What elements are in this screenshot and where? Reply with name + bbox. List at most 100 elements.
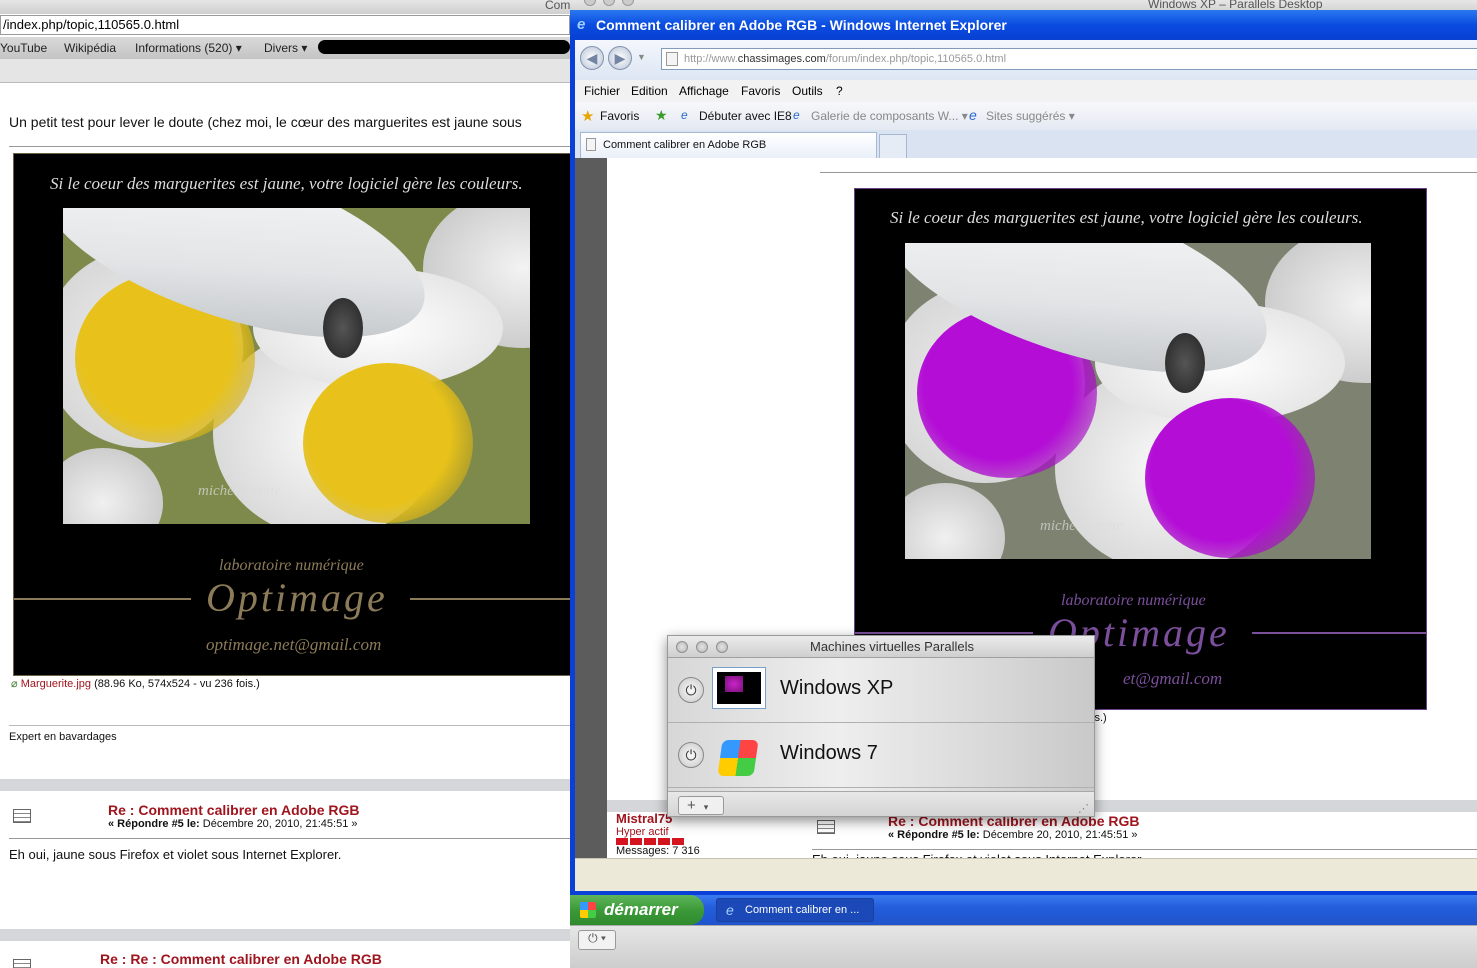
brand-rule-left <box>14 598 191 600</box>
ie-logo-icon: e <box>577 16 586 33</box>
ie-tab-active[interactable]: Comment calibrer en Adobe RGB <box>580 132 877 158</box>
ff-address-bar[interactable]: /index.php/topic,110565.0.html <box>0 15 570 35</box>
vm-row-windows-xp[interactable]: ⏻ Windows XP <box>668 659 1094 723</box>
add-vm-label: + <box>687 797 696 814</box>
vm-thumbnail <box>712 667 766 709</box>
poster-messages: Messages: 7 316 <box>616 845 700 857</box>
ie-page-sidebar <box>575 158 607 858</box>
star-icon: ★ <box>581 108 595 125</box>
daisy-center-right <box>303 363 473 523</box>
post5-meta-date: Décembre 20, 2010, 21:45:51 » <box>202 818 358 830</box>
menu-edition[interactable]: Edition <box>631 84 668 98</box>
daisy-center-right <box>1145 398 1315 558</box>
ie-tab-label: Comment calibrer en Adobe RGB <box>603 139 767 151</box>
power-dropdown-icon[interactable]: ⏻ ▾ <box>578 930 616 950</box>
signature-text: Expert en bavardages <box>9 731 117 743</box>
rank-stars <box>616 838 686 845</box>
add-vm-button[interactable]: + ▾ <box>678 796 724 815</box>
post5-title[interactable]: Re : Comment calibrer en Adobe RGB <box>108 802 360 818</box>
bookmark-wikipedia[interactable]: Wikipédia <box>64 41 116 55</box>
parallels-vm-panel: Machines virtuelles Parallels ⏻ Windows … <box>667 635 1095 817</box>
nav-dropdown-icon[interactable]: ▼ <box>637 52 646 62</box>
ie-address-bar[interactable]: http://www.chassimages.com/forum/index.p… <box>661 48 1477 70</box>
brand-name: Optimage <box>206 575 388 620</box>
post-separator-band <box>0 779 570 791</box>
windows-logo-icon <box>717 740 759 776</box>
image-caption: Si le coeur des marguerites est jaune, v… <box>890 208 1363 227</box>
address-path: /forum/index.php/topic,110565.0.html <box>825 53 1007 65</box>
menu-affichage[interactable]: Affichage <box>679 84 729 98</box>
fav-link-sites[interactable]: Sites suggérés ▾ <box>986 109 1075 123</box>
post-icon <box>13 809 31 823</box>
ff-toolbar-strip <box>0 59 570 83</box>
windows-logo-icon <box>580 902 596 918</box>
photo-watermark: michel pirotte <box>198 483 282 499</box>
vm-name: Windows 7 <box>780 742 878 764</box>
ff-bookmarks-bar: YouTube Wikipédia Informations (520) ▾ D… <box>0 37 570 59</box>
ie-window-title: Comment calibrer en Adobe RGB - Windows … <box>596 17 1007 33</box>
divider <box>9 725 570 726</box>
redaction-bar <box>318 40 570 54</box>
ie-post5-meta: « Répondre #5 le: Décembre 20, 2010, 21:… <box>888 829 1138 841</box>
add-favorite-icon[interactable]: ★ <box>655 107 668 124</box>
image-caption: Si le coeur des marguerites est jaune, v… <box>50 174 523 193</box>
ie-nav-bar: ◀ ▶ ▼ http://www.chassimages.com/forum/i… <box>575 40 1477 80</box>
post6-title[interactable]: Re : Re : Comment calibrer en Adobe RGB <box>100 951 382 967</box>
post-icon <box>817 820 835 834</box>
post5-body: Eh oui, jaune sous Firefox et violet sou… <box>9 847 342 862</box>
address-domain: chassimages.com <box>737 53 826 65</box>
forward-arrow-icon[interactable]: ▶ <box>608 46 632 70</box>
poster-name[interactable]: Mistral75 <box>616 811 672 826</box>
minimize-icon[interactable] <box>603 0 615 6</box>
back-arrow-icon[interactable]: ◀ <box>580 46 604 70</box>
bookmark-informations[interactable]: Informations (520) ▾ <box>135 41 242 55</box>
zoom-icon[interactable] <box>716 641 728 653</box>
menu-favoris[interactable]: Favoris <box>741 84 780 98</box>
fav-link-debuter[interactable]: Débuter avec IE8 <box>699 109 792 123</box>
ie-status-bar <box>575 858 1477 886</box>
pvm-footer: + ▾ ⋰ <box>668 791 1094 816</box>
ff-intro-text: Un petit test pour lever le doute (chez … <box>9 114 522 130</box>
post-icon <box>13 959 31 968</box>
start-button[interactable]: démarrer <box>570 895 704 925</box>
vm-name: Windows XP <box>780 677 894 699</box>
close-icon[interactable] <box>584 0 596 6</box>
power-icon[interactable]: ⏻ <box>678 742 704 768</box>
post5-meta-prefix: « Répondre #5 le: <box>108 818 200 830</box>
ie-post5-meta-prefix: « Répondre #5 le: <box>888 829 980 841</box>
zoom-icon[interactable] <box>622 0 634 6</box>
attachment-link[interactable]: Marguerite.jpg <box>21 678 91 690</box>
ie-favorites-bar: ★ Favoris ★ e Débuter avec IE8 e Galerie… <box>575 102 1477 130</box>
post5-meta: « Répondre #5 le: Décembre 20, 2010, 21:… <box>108 818 358 830</box>
close-icon[interactable] <box>676 641 688 653</box>
taskbar-item-label: Comment calibrer en ... <box>745 904 860 916</box>
attachment-line: ⌀ Marguerite.jpg (88.96 Ko, 574x524 - vu… <box>11 677 260 690</box>
parallels-bottom-bar: ⏻ ▾ <box>570 925 1477 968</box>
ff-marguerite-image: Si le coeur des marguerites est jaune, v… <box>13 153 570 676</box>
pvm-title-bar: Machines virtuelles Parallels <box>668 636 1094 658</box>
minimize-icon[interactable] <box>696 641 708 653</box>
ie-link-icon: e <box>793 108 800 122</box>
brand-email: optimage.net@gmail.com <box>206 635 382 654</box>
vm-row-windows-7[interactable]: ⏻ Windows 7 <box>668 724 1094 788</box>
fav-link-galerie[interactable]: Galerie de composants W... ▾ <box>811 109 968 123</box>
menu-outils[interactable]: Outils <box>792 84 823 98</box>
poster-rank: Hyper actif <box>616 826 669 838</box>
menu-help[interactable]: ? <box>836 84 843 98</box>
pvm-title: Machines virtuelles Parallels <box>809 639 974 654</box>
bookmark-youtube[interactable]: YouTube <box>0 41 47 55</box>
taskbar-item-ie[interactable]: e Comment calibrer en ... <box>716 898 874 922</box>
favorites-button[interactable]: Favoris <box>600 109 639 123</box>
photo-watermark: michel pirotte <box>1040 518 1124 534</box>
ie-menu-bar: Fichier Edition Affichage Favoris Outils… <box>575 80 1477 102</box>
daisy-photo: michel pirotte <box>905 243 1371 559</box>
chevron-down-icon: ▾ <box>703 802 709 812</box>
bookmark-divers[interactable]: Divers ▾ <box>264 41 307 55</box>
menu-fichier[interactable]: Fichier <box>584 84 620 98</box>
power-icon[interactable]: ⏻ <box>678 677 704 703</box>
mac-window-title: Com <box>545 0 571 12</box>
ie-new-tab[interactable] <box>879 134 907 158</box>
page-icon <box>586 138 596 151</box>
resize-grip-icon[interactable]: ⋰ <box>1078 802 1089 815</box>
divider <box>812 849 1477 850</box>
